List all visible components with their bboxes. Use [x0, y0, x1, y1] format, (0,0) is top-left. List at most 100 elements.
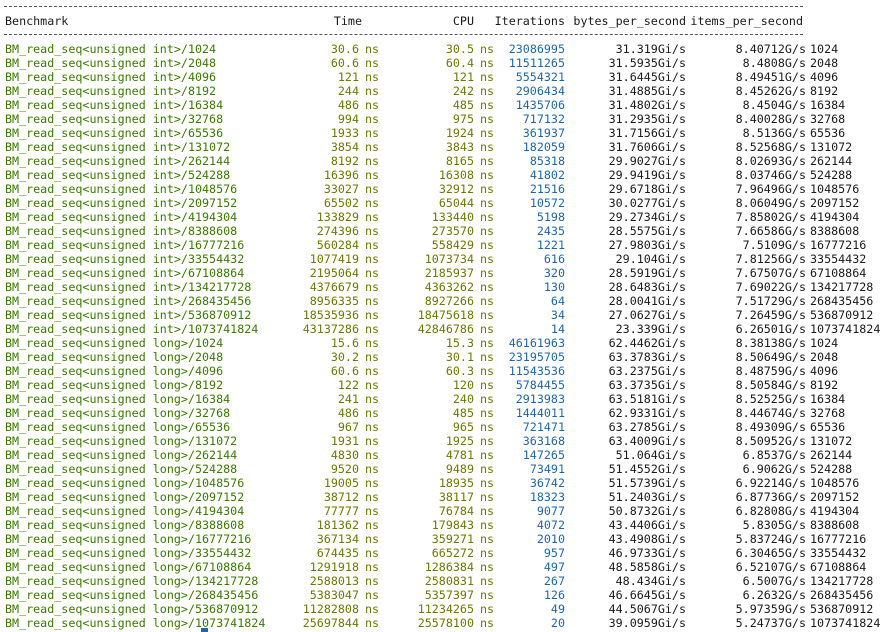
table-row: BM_read_seq<unsigned long>/131072 1931 ns 1… [0, 434, 894, 448]
bytes-per-second-value: 51.064Gi/s [615, 448, 686, 462]
iterations-value: 11511265 [508, 56, 565, 70]
cpu-value: 3843 [445, 140, 474, 154]
bytes-per-second-value: 43.4406Gi/s [608, 518, 686, 532]
iterations-value: 21516 [529, 182, 565, 196]
cpu-unit: ns [480, 70, 495, 84]
time-unit: ns [365, 84, 380, 98]
iterations-value: 267 [543, 574, 565, 588]
table-row: BM_read_seq<unsigned int>/8388608 274396 n… [0, 224, 894, 238]
size-label: 67108864 [810, 560, 867, 574]
time-unit: ns [365, 140, 380, 154]
benchmark-name: BM_read_seq<unsigned long>/32768 [5, 406, 231, 420]
time-unit: ns [365, 462, 380, 476]
iterations-value: 64 [550, 294, 565, 308]
benchmark-name: BM_read_seq<unsigned int>/536870912 [5, 308, 252, 322]
cpu-value: 359271 [431, 532, 474, 546]
table-row: BM_read_seq<unsigned int>/4194304 133829 n… [0, 210, 894, 224]
time-unit: ns [365, 322, 380, 336]
cpu-unit: ns [480, 532, 495, 546]
top-separator [4, 6, 803, 7]
header-benchmark: Benchmark [5, 14, 69, 28]
cpu-unit: ns [480, 462, 495, 476]
benchmark-name: BM_read_seq<unsigned int>/2048 [5, 56, 217, 70]
table-row: BM_read_seq<unsigned long>/65536 967 ns 965… [0, 420, 894, 434]
cpu-unit: ns [480, 476, 495, 490]
time-unit: ns [365, 406, 380, 420]
table-row: BM_read_seq<unsigned long>/4194304 77777 n… [0, 504, 894, 518]
benchmark-name: BM_read_seq<unsigned int>/1073741824 [5, 322, 259, 336]
cpu-value: 42846786 [417, 322, 474, 336]
time-unit: ns [365, 280, 380, 294]
cpu-value: 32912 [438, 182, 474, 196]
size-label: 1024 [810, 336, 839, 350]
benchmark-name: BM_read_seq<unsigned int>/134217728 [5, 280, 252, 294]
items-per-second-value: 5.8305G/s [742, 518, 806, 532]
bytes-per-second-value: 63.3735Gi/s [608, 378, 686, 392]
size-label: 8388608 [810, 224, 860, 238]
items-per-second-value: 8.5136G/s [742, 126, 806, 140]
cpu-unit: ns [480, 490, 495, 504]
cpu-unit: ns [480, 224, 495, 238]
time-unit: ns [365, 70, 380, 84]
size-label: 268435456 [810, 294, 874, 308]
cpu-unit: ns [480, 602, 495, 616]
header-cpu: CPU [452, 14, 474, 28]
items-per-second-value: 8.48759G/s [735, 364, 806, 378]
iterations-value: 497 [543, 560, 565, 574]
benchmark-name: BM_read_seq<unsigned long>/1024 [5, 336, 224, 350]
cpu-value: 8927266 [424, 294, 474, 308]
iterations-value: 4072 [536, 518, 565, 532]
table-row: BM_read_seq<unsigned int>/524288 16396 ns 1… [0, 168, 894, 182]
size-label: 8192 [810, 84, 839, 98]
items-per-second-value: 7.51729G/s [735, 294, 806, 308]
items-per-second-value: 6.30465G/s [735, 546, 806, 560]
cpu-unit: ns [480, 322, 495, 336]
iterations-value: 5554321 [515, 70, 565, 84]
table-row: BM_read_seq<unsigned long>/262144 4830 ns 4… [0, 448, 894, 462]
size-label: 67108864 [810, 266, 867, 280]
bytes-per-second-value: 29.6718Gi/s [608, 182, 686, 196]
cpu-value: 1925 [445, 434, 474, 448]
bytes-per-second-value: 28.6483Gi/s [608, 280, 686, 294]
cpu-value: 76784 [438, 504, 474, 518]
benchmark-name: BM_read_seq<unsigned long>/536870912 [5, 602, 259, 616]
benchmark-name: BM_read_seq<unsigned long>/16384 [5, 392, 231, 406]
bytes-per-second-value: 27.9803Gi/s [608, 238, 686, 252]
table-row: BM_read_seq<unsigned int>/2048 60.6 ns 60.4… [0, 56, 894, 70]
time-value: 18535936 [302, 308, 359, 322]
items-per-second-value: 7.66586G/s [735, 224, 806, 238]
bytes-per-second-value: 31.319Gi/s [615, 42, 686, 56]
time-value: 5383047 [309, 588, 359, 602]
time-value: 241 [337, 392, 359, 406]
header-iterations: Iterations [494, 14, 565, 28]
table-row: BM_read_seq<unsigned int>/67108864 219506… [0, 266, 894, 280]
table-row: BM_read_seq<unsigned int>/32768 994 ns 975 n… [0, 112, 894, 126]
time-value: 65502 [323, 196, 359, 210]
benchmark-name: BM_read_seq<unsigned int>/32768 [5, 112, 224, 126]
table-row: BM_read_seq<unsigned int>/131072 3854 ns 38… [0, 140, 894, 154]
size-label: 8388608 [810, 518, 860, 532]
iterations-value: 616 [543, 252, 565, 266]
header-bytes-per-second: bytes_per_second [573, 14, 686, 28]
benchmark-name: BM_read_seq<unsigned long>/65536 [5, 420, 231, 434]
cpu-value: 65044 [438, 196, 474, 210]
table-row: BM_read_seq<unsigned long>/33554432 67443… [0, 546, 894, 560]
time-unit: ns [365, 518, 380, 532]
time-value: 560284 [316, 238, 359, 252]
cpu-value: 1073734 [424, 252, 474, 266]
iterations-value: 46161963 [508, 336, 565, 350]
time-unit: ns [365, 294, 380, 308]
terminal-output[interactable]: Benchmark Time CPU Iterations bytes_per_… [0, 0, 894, 632]
cpu-value: 242 [452, 84, 474, 98]
time-value: 4376679 [309, 280, 359, 294]
header-items-per-second: items_per_second [690, 14, 803, 28]
time-unit: ns [365, 224, 380, 238]
table-row: BM_read_seq<unsigned long>/2097152 38712 n… [0, 490, 894, 504]
size-label: 2048 [810, 56, 839, 70]
cpu-unit: ns [480, 518, 495, 532]
benchmark-name: BM_read_seq<unsigned long>/8388608 [5, 518, 245, 532]
items-per-second-value: 8.52525G/s [735, 392, 806, 406]
size-label: 16777216 [810, 532, 867, 546]
time-unit: ns [365, 560, 380, 574]
items-per-second-value: 6.82808G/s [735, 504, 806, 518]
